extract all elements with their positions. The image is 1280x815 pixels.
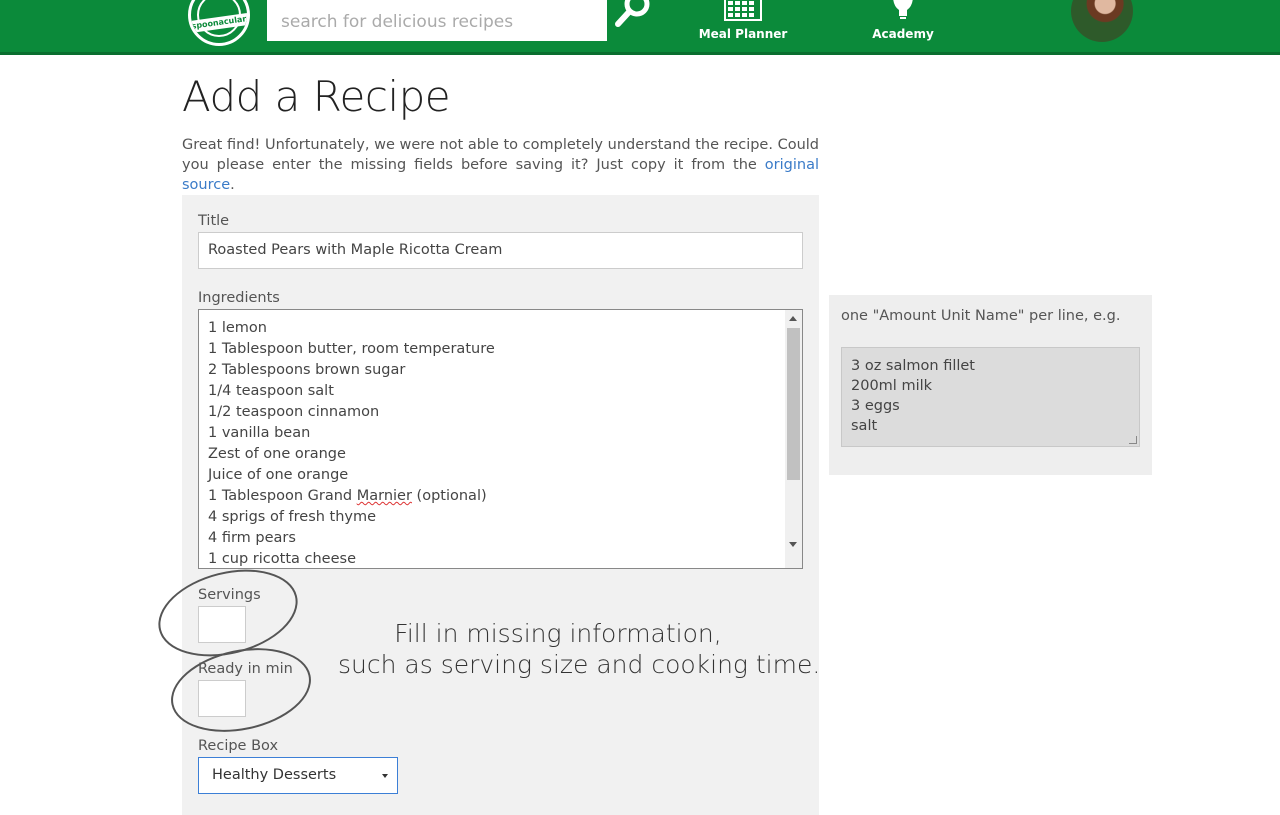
help-example-textarea[interactable]: 3 oz salmon fillet 200ml milk 3 eggs sal…: [841, 347, 1140, 447]
search-input[interactable]: [267, 0, 607, 41]
ingredient-line: Juice of one orange: [208, 467, 349, 483]
title-label: Title: [198, 213, 230, 229]
ingredient-line: 1 vanilla bean: [208, 425, 311, 441]
user-avatar[interactable]: [1071, 0, 1133, 42]
lightbulb-icon: [893, 0, 913, 19]
ingredient-line: 1 Tablespoon butter, room temperature: [208, 341, 495, 357]
ingredient-line: 4 firm pears: [208, 530, 296, 546]
ingredient-line: 2 Tablespoons brown sugar: [208, 362, 406, 378]
search-icon[interactable]: [612, 0, 656, 32]
nav-academy[interactable]: Academy: [848, 0, 958, 52]
ingredient-line: 1/2 teaspoon cinnamon: [208, 404, 380, 420]
recipe-box-value: Healthy Desserts: [212, 767, 337, 783]
example-line: 3 eggs: [851, 398, 900, 414]
ingredient-line: 1/4 teaspoon salt: [208, 383, 334, 399]
example-line: salt: [851, 418, 878, 434]
ingredient-line: 1 cup ricotta cheese: [208, 551, 356, 567]
annotation-line-1: Fill in missing information,: [394, 619, 722, 648]
title-input[interactable]: Roasted Pears with Maple Ricotta Cream: [198, 232, 803, 269]
ingredients-label: Ingredients: [198, 290, 280, 306]
ingredient-line: 1 Tablespoon Grand Marnier (optional): [208, 486, 495, 507]
ingredient-part: (optional): [411, 488, 487, 504]
ingredient-line: 4 sprigs of fresh thyme: [208, 509, 377, 525]
nav-academy-label: Academy: [872, 27, 934, 41]
ingredient-line: 1 lemon: [208, 320, 267, 336]
top-bar: spoonacular Meal Planner Academy: [0, 0, 1280, 55]
recipe-box-label: Recipe Box: [198, 738, 279, 754]
scrollbar-thumb[interactable]: [787, 328, 800, 480]
spoonacular-logo[interactable]: spoonacular: [188, 0, 250, 46]
example-line: 3 oz salmon fillet: [851, 358, 975, 374]
scroll-up-icon[interactable]: [789, 316, 797, 321]
ingredients-scrollbar[interactable]: [785, 310, 802, 552]
intro-text: Great find! Unfortunately, we were not a…: [182, 135, 819, 195]
title-value: Roasted Pears with Maple Ricotta Cream: [208, 242, 503, 258]
nav-meal-planner-label: Meal Planner: [698, 27, 788, 41]
annotation-text: Fill in missing information, such as ser…: [338, 618, 821, 680]
chevron-down-icon: [382, 774, 388, 778]
page-title: Add a Recipe: [182, 72, 451, 121]
resize-handle-icon[interactable]: [1129, 436, 1137, 444]
resize-handle-icon[interactable]: [785, 551, 802, 568]
intro-body: Great find! Unfortunately, we were not a…: [182, 137, 819, 173]
scroll-down-icon[interactable]: [789, 542, 797, 547]
nav-meal-planner[interactable]: Meal Planner: [688, 0, 798, 52]
ingredients-list: 1 lemon 1 Tablespoon butter, room temper…: [208, 318, 495, 568]
ingredient-line: Zest of one orange: [208, 446, 346, 462]
ingredients-textarea[interactable]: 1 lemon 1 Tablespoon butter, room temper…: [198, 309, 803, 569]
example-line: 200ml milk: [851, 378, 933, 394]
calendar-icon: [724, 0, 762, 21]
help-text: one "Amount Unit Name" per line, e.g.: [841, 308, 1121, 324]
ingredient-part: 1 Tablespoon Grand: [208, 488, 357, 504]
annotation-line-2: such as serving size and cooking time.: [338, 650, 821, 679]
misspelled-word: Marnier: [356, 488, 412, 504]
intro-end: .: [230, 177, 235, 193]
recipe-box-select[interactable]: Healthy Desserts: [198, 757, 398, 794]
